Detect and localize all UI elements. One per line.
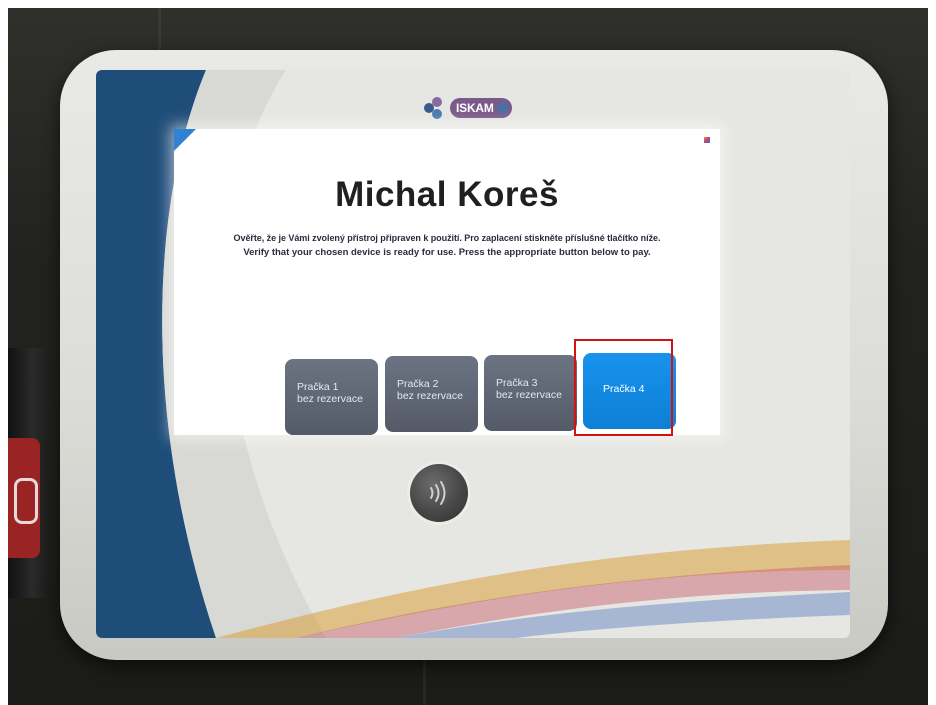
logo-dots-icon <box>424 96 452 120</box>
contactless-reader[interactable] <box>410 464 468 522</box>
selection-highlight-box <box>574 339 673 436</box>
contactless-icon <box>430 481 446 505</box>
logo-wordmark: ISKAM <box>450 98 512 118</box>
machine-sublabel: bez rezervace <box>496 389 562 401</box>
machine-label: Pračka 3 <box>496 377 538 389</box>
photo-background: ISKAM Michal Koreš Ověřte, že je Vámi zv… <box>8 8 928 705</box>
iskam-logo: ISKAM <box>424 96 534 120</box>
machine-sublabel: bez rezervace <box>397 390 463 402</box>
wall-edge <box>158 8 161 50</box>
user-name: Michal Koreš <box>335 175 559 214</box>
machine-label: Pračka 1 <box>297 381 339 393</box>
instruction-czech: Ověřte, že je Vámi zvolený přístroj přip… <box>233 233 661 243</box>
machine-label: Pračka 2 <box>397 378 439 390</box>
instruction-english: Verify that your chosen device is ready … <box>243 247 651 258</box>
corner-accent <box>174 129 196 151</box>
status-mark-icon <box>704 137 710 143</box>
machine-button-2[interactable]: Pračka 2 bez rezervace <box>385 356 478 432</box>
machine-button-3[interactable]: Pračka 3 bez rezervace <box>484 355 577 431</box>
machine-sublabel: bez rezervace <box>297 393 363 405</box>
machine-button-1[interactable]: Pračka 1 bez rezervace <box>285 359 378 435</box>
kiosk-housing: ISKAM Michal Koreš Ověřte, že je Vámi zv… <box>60 50 888 660</box>
wall-edge <box>423 658 426 705</box>
red-wall-sign <box>8 438 40 558</box>
